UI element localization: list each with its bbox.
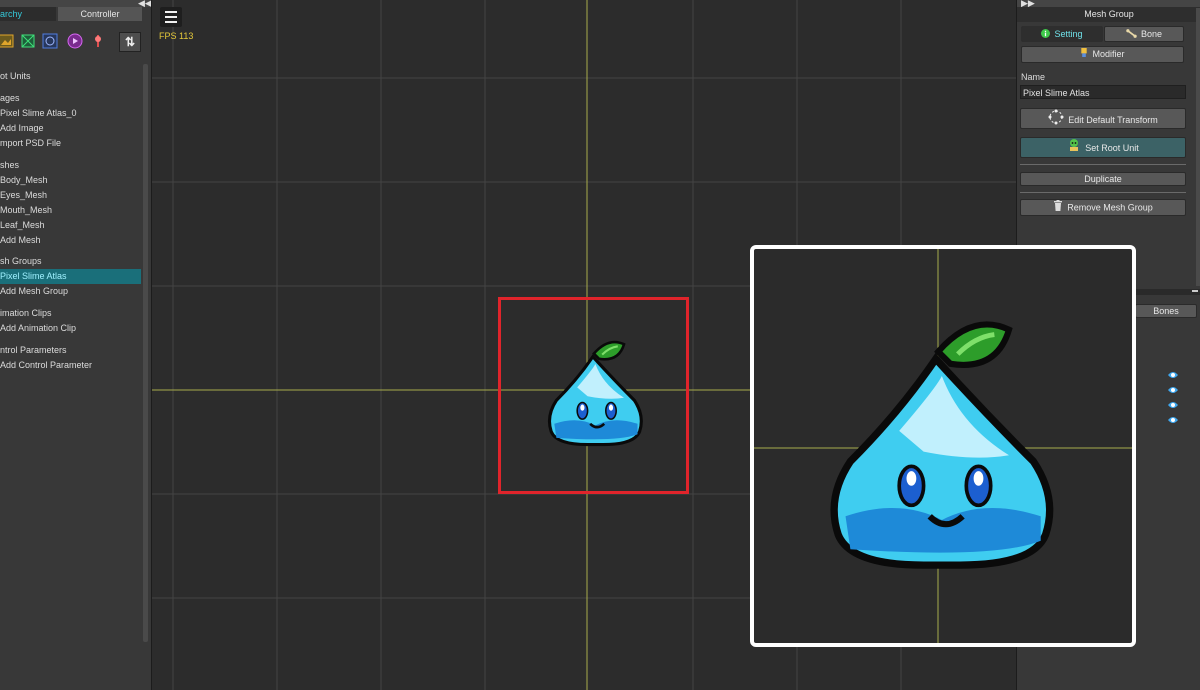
parameter-filter-icon[interactable]	[90, 33, 106, 49]
inspector-title: Mesh Group	[1017, 7, 1200, 22]
visibility-icon[interactable]	[1167, 370, 1179, 380]
list-item[interactable]: shes	[0, 158, 141, 173]
divider	[1020, 192, 1186, 193]
list-item[interactable]: Add Animation Clip	[0, 321, 141, 336]
name-label: Name	[1021, 72, 1046, 82]
modifier-icon	[1080, 47, 1088, 62]
remove-mesh-group-button[interactable]: Remove Mesh Group	[1020, 199, 1186, 216]
divider	[1020, 164, 1186, 165]
visibility-icon[interactable]	[1167, 400, 1179, 410]
mesh-filter-icon[interactable]	[20, 33, 36, 49]
list-item[interactable]: sh Groups	[0, 254, 141, 269]
menu-button[interactable]	[160, 7, 182, 27]
scrollbar[interactable]	[143, 64, 148, 642]
list-item[interactable]: Leaf_Mesh	[0, 218, 141, 233]
list-item[interactable]: Add Image	[0, 121, 141, 136]
list-item[interactable]: ot Units	[0, 69, 141, 84]
set-root-unit-button[interactable]: Set Root Unit	[1020, 137, 1186, 158]
list-item[interactable]: mport PSD File	[0, 136, 141, 151]
list-item[interactable]: ages	[0, 91, 141, 106]
edit-default-transform-label: Edit Default Transform	[1068, 114, 1158, 125]
list-item[interactable]: Eyes_Mesh	[0, 188, 141, 203]
tab-setting-label: Setting	[1054, 29, 1083, 39]
list-item[interactable]: imation Clips	[0, 306, 141, 321]
tab-setting[interactable]: Setting	[1021, 26, 1103, 42]
hierarchy-panel: ◀◀ erarchy Controller ⇅ ot Units ages Pi…	[0, 0, 152, 690]
panel-top-strip	[0, 0, 151, 7]
set-root-unit-label: Set Root Unit	[1085, 142, 1139, 153]
visibility-icon[interactable]	[1167, 415, 1179, 425]
duplicate-button[interactable]: Duplicate	[1020, 172, 1186, 186]
modifier-button[interactable]: Modifier	[1021, 46, 1184, 63]
remove-mesh-group-label: Remove Mesh Group	[1067, 202, 1153, 213]
list-item[interactable]: Add Mesh	[0, 233, 141, 248]
name-field[interactable]: Pixel Slime Atlas	[1020, 85, 1186, 99]
tab-hierarchy[interactable]: erarchy	[0, 7, 56, 21]
list-item[interactable]: Body_Mesh	[0, 173, 141, 188]
sort-button[interactable]: ⇅	[119, 32, 141, 52]
list-item-selected[interactable]: Pixel Slime Atlas	[0, 269, 141, 284]
list-item[interactable]: Add Mesh Group	[0, 284, 141, 299]
scrollbar[interactable]	[1196, 8, 1200, 286]
list-item[interactable]: Add Control Parameter	[0, 358, 141, 373]
mesh-group-filter-icon[interactable]	[42, 33, 58, 49]
root-unit-icon	[1067, 138, 1081, 159]
list-item[interactable]: ntrol Parameters	[0, 343, 141, 358]
fps-counter: FPS 113	[159, 31, 194, 41]
modifier-label: Modifier	[1092, 49, 1125, 59]
edit-default-transform-button[interactable]: Edit Default Transform	[1020, 108, 1186, 129]
panel-top-strip	[1017, 0, 1200, 7]
trash-icon	[1053, 200, 1063, 216]
slime-character-zoomed	[754, 249, 1132, 643]
visibility-icon[interactable]	[1167, 385, 1179, 395]
tab-controller[interactable]: Controller	[58, 7, 142, 21]
info-icon	[1041, 28, 1051, 42]
tab-bones[interactable]: Bones	[1135, 304, 1197, 318]
tab-bone[interactable]: Bone	[1104, 26, 1184, 42]
highlight-box	[498, 297, 689, 494]
list-item[interactable]: Mouth_Mesh	[0, 203, 141, 218]
image-filter-icon[interactable]	[0, 33, 14, 49]
animation-filter-icon[interactable]	[67, 33, 83, 49]
list-item[interactable]: Pixel Slime Atlas_0	[0, 106, 141, 121]
bone-icon	[1126, 28, 1137, 42]
zoomed-preview	[750, 245, 1136, 647]
tab-bone-label: Bone	[1140, 29, 1163, 39]
transform-icon	[1048, 109, 1064, 132]
